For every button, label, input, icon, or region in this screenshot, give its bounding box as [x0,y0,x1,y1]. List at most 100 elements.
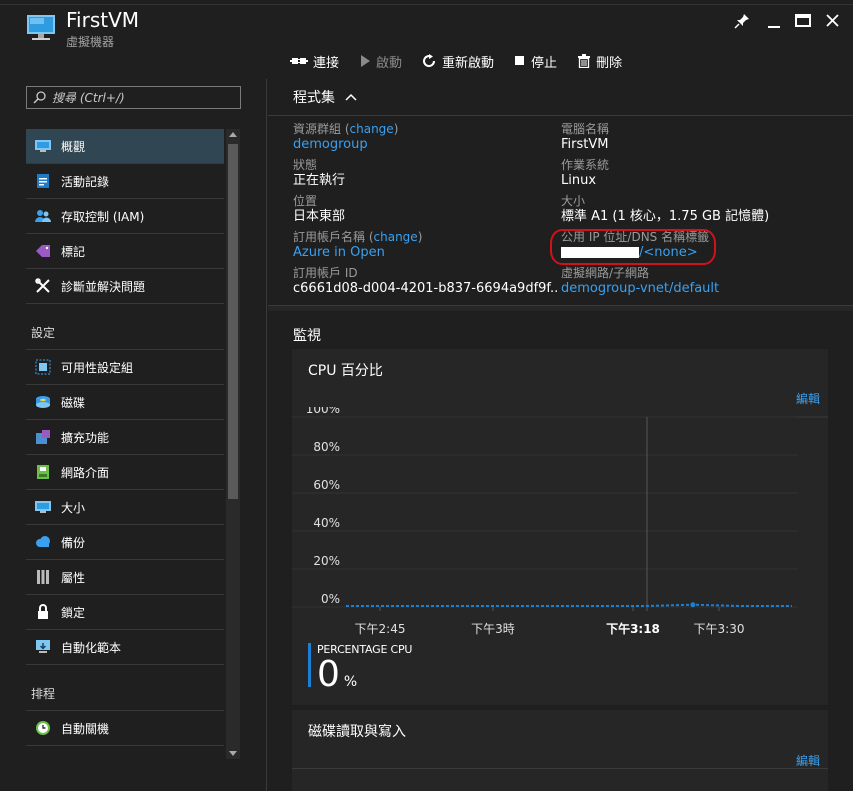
nav-item-size[interactable]: 大小 [26,490,224,525]
nav-item-access-control[interactable]: 存取控制 (IAM) [26,199,224,234]
nav-item-label: 自動化範本 [61,640,122,655]
section-divider [268,305,853,311]
disk-chart-tile[interactable]: 磁碟讀取與寫入 編輯 [292,710,828,791]
overview-content: 程式集 資源群組 (change) demogroup 狀態 正在執行 位置 日… [268,79,853,791]
y-tick-label: 0% [321,592,340,606]
nav-item-activity-log[interactable]: 活動記錄 [26,164,224,199]
nav-item-locks[interactable]: 鎖定 [26,595,224,630]
x-tick-label: 下午3:30 [694,622,745,636]
extensions-icon [35,429,51,445]
nav-item-availability-set[interactable]: 可用性設定組 [26,350,224,385]
start-button[interactable]: 啟動 [359,52,402,71]
connect-button[interactable]: 連接 [290,52,339,71]
nav-item-backup[interactable]: 備份 [26,525,224,560]
x-tick-label: 下午3:18 [606,621,660,636]
blade-header: FirstVM 虛擬機器 連接 啟動 重新啟動 停止 刪除 [0,0,853,79]
nav-item-disks[interactable]: 磁碟 [26,385,224,420]
nav-item-automation-script[interactable]: 自動化範本 [26,630,224,665]
maximize-icon[interactable] [793,12,813,30]
divider [268,115,853,116]
search-input[interactable] [52,90,232,105]
y-tick-label: 60% [313,478,340,492]
change-subscription-link[interactable]: change [374,230,418,244]
os-label: 作業系統 [561,158,610,172]
nav-item-auto-shutdown[interactable]: 自動關機 [26,711,224,746]
scroll-up-arrow-icon[interactable] [229,132,237,137]
nav-item-properties[interactable]: 屬性 [26,560,224,595]
nav-item-label: 大小 [61,500,86,515]
minimize-icon[interactable] [764,12,784,30]
start-label: 啟動 [376,55,403,71]
subscription-name-value[interactable]: Azure in Open [293,244,558,266]
computer-name-label: 電腦名稱 [561,122,610,136]
disk-chart-title: 磁碟讀取與寫入 [308,724,406,740]
nav-item-extensions[interactable]: 擴充功能 [26,420,224,455]
cpu-chart-tile[interactable]: CPU 百分比 編輯 100% 80% 60% 40% 20% 0% 下午2:45 下午3時 下… [292,349,828,705]
disk-chart-gridline [292,768,828,769]
nav-item-label: 鎖定 [61,605,86,620]
size-label: 大小 [561,194,586,208]
wrench-icon [35,278,51,294]
delete-label: 刪除 [596,55,623,71]
computer-name-value: FirstVM [561,137,609,152]
nav-item-label: 活動記錄 [61,174,110,189]
delete-button[interactable]: 刪除 [577,52,622,71]
x-tick-label: 下午3時 [471,622,515,636]
resource-group-value[interactable]: demogroup [293,136,558,158]
change-resource-group-link[interactable]: change [350,122,394,136]
close-icon[interactable] [823,12,843,30]
restart-button[interactable]: 重新啟動 [422,52,494,71]
y-tick-label: 80% [313,440,340,454]
nav-item-label: 診斷並解決問題 [61,279,146,294]
properties-icon [35,569,51,585]
essentials-toggle[interactable]: 程式集 [293,87,357,107]
connect-label: 連接 [313,55,340,71]
status-value: 正在執行 [293,173,346,188]
subscription-name-label: 訂用帳戶名稱 (change) [293,230,423,244]
play-icon [361,55,371,67]
resource-group-label: 資源群組 (change) [293,122,399,136]
vnet-value[interactable]: demogroup-vnet/default [561,280,826,302]
cpu-series-line [346,603,792,608]
nav-scrollbar[interactable] [226,129,240,759]
cpu-edit-link[interactable]: 編輯 [796,390,820,407]
cpu-line-chart: 100% 80% 60% 40% 20% 0% 下午2:45 下午3時 下午3:18 下午3:30 [292,407,828,636]
stop-label: 停止 [531,55,558,71]
backup-cloud-icon [35,534,51,550]
trash-icon [578,54,591,68]
nav-item-label: 擴充功能 [61,430,110,445]
disk-edit-link[interactable]: 編輯 [796,752,820,769]
essentials-left-column: 資源群組 (change) demogroup 狀態 正在執行 位置 日本東部 … [293,122,558,302]
scroll-thumb[interactable] [228,144,238,499]
subscription-id-value: c6661d08-d004-4201-b837-6694a9df9f... [293,281,558,296]
network-interface-icon [35,464,51,480]
automation-template-icon [35,639,51,655]
nav-item-label: 標記 [61,244,86,259]
nav-item-network-interfaces[interactable]: 網路介面 [26,455,224,490]
nav-item-overview[interactable]: 概觀 [26,129,224,164]
size-icon [35,499,51,515]
nav-list: 概觀 活動記錄 存取控制 (IAM) 標記 診斷並解決問題 設定 可用性設定組 … [26,129,224,746]
nav-item-tags[interactable]: 標記 [26,234,224,269]
stop-button[interactable]: 停止 [514,52,557,71]
chevron-up-icon [345,93,357,101]
nav-item-label: 磁碟 [61,395,86,410]
page-subtitle: 虛擬機器 [66,35,115,49]
monitor-icon [35,138,51,154]
nav-item-label: 備份 [61,535,86,550]
metric-value: 0 [317,654,340,695]
restart-label: 重新啟動 [442,55,495,71]
nav-item-label: 存取控制 (IAM) [61,209,145,224]
cpu-metric-summary: PERCENTAGE CPU 0% [308,643,412,694]
metric-unit: % [343,674,358,690]
search-icon [33,91,46,104]
nav-item-label: 網路介面 [61,465,110,480]
pin-icon[interactable] [733,12,753,30]
search-box[interactable] [26,86,241,109]
cpu-data-point [690,602,696,608]
status-label: 狀態 [293,158,318,172]
os-value: Linux [561,173,597,188]
nav-item-diagnose[interactable]: 診斷並解決問題 [26,269,224,304]
scroll-down-arrow-icon[interactable] [229,751,237,756]
monitoring-title: 監視 [293,328,321,344]
